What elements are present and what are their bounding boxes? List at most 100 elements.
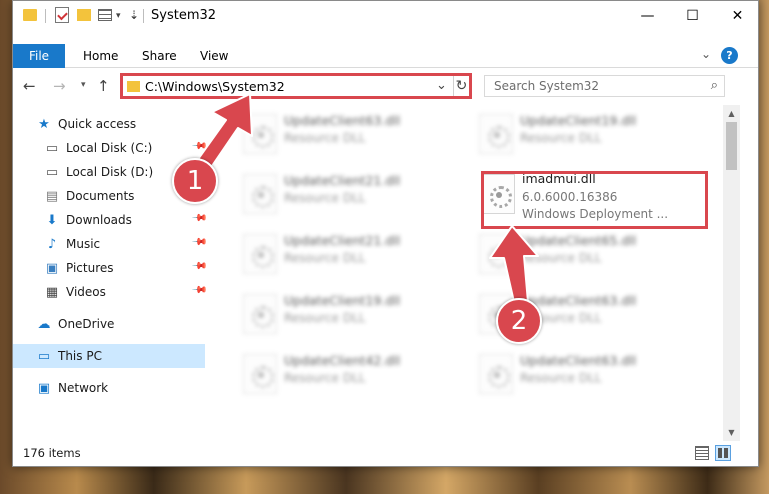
scrollbar-thumb[interactable]: [726, 122, 737, 170]
file-item[interactable]: UpdateClient19.dll Resource DLL: [235, 285, 465, 341]
file-name: UpdateClient21.dll: [284, 173, 401, 188]
network-icon: ▣: [37, 380, 51, 396]
tiles-view-icon[interactable]: [715, 445, 731, 461]
customize-toolbar-icon[interactable]: ⇣: [129, 8, 139, 22]
pin-icon[interactable]: 📌: [191, 282, 208, 299]
search-input[interactable]: [485, 76, 695, 96]
search-box[interactable]: ⌕: [484, 75, 725, 97]
file-name: UpdateClient19.dll: [520, 113, 637, 128]
tab-share[interactable]: Share: [142, 49, 177, 63]
pin-icon[interactable]: 📌: [191, 210, 208, 227]
file-list: UpdateClient63.dll Resource DLL UpdateCl…: [223, 105, 723, 437]
computer-icon: ▭: [37, 348, 51, 364]
tab-view[interactable]: View: [200, 49, 228, 63]
file-type: Resource DLL: [284, 251, 366, 265]
sidebar-item-downloads[interactable]: ⬇ Downloads 📌: [13, 208, 208, 232]
file-item[interactable]: UpdateClient21.dll Resource DLL: [235, 225, 465, 281]
back-arrow-icon[interactable]: ←: [23, 77, 36, 95]
file-item[interactable]: UpdateClient42.dll Resource DLL: [235, 345, 465, 401]
expand-ribbon-icon[interactable]: ⌄: [701, 47, 711, 61]
video-icon: ▦: [45, 284, 59, 300]
document-icon: ▤: [45, 188, 59, 204]
file-item[interactable]: UpdateClient63.dll Resource DLL: [471, 345, 701, 401]
search-icon[interactable]: ⌕: [711, 78, 718, 93]
dll-file-icon: [479, 234, 513, 274]
file-name: UpdateClient19.dll: [284, 293, 401, 308]
pin-icon[interactable]: 📌: [191, 258, 208, 275]
pin-icon[interactable]: 📌: [191, 234, 208, 251]
toolbar-separator: [45, 9, 46, 23]
scroll-up-icon[interactable]: ▲: [723, 105, 740, 122]
sidebar-item-local-disk-c[interactable]: ▭ Local Disk (C:) 📌: [13, 136, 208, 160]
sidebar-item-this-pc[interactable]: ▭ This PC: [13, 344, 205, 368]
file-item[interactable]: UpdateClient19.dll Resource DLL: [471, 105, 701, 161]
sidebar-item-onedrive[interactable]: ☁ OneDrive: [13, 312, 205, 336]
chevron-down-icon[interactable]: ▾: [116, 11, 121, 21]
dll-file-icon: [243, 114, 277, 154]
navigation-pane: ★ Quick access ▭ Local Disk (C:) 📌 ▭ Loc…: [13, 105, 208, 435]
sidebar-item-label: OneDrive: [58, 317, 115, 331]
sidebar-item-network[interactable]: ▣ Network: [13, 376, 205, 400]
file-type: Resource DLL: [284, 191, 366, 205]
recent-locations-icon[interactable]: ▾: [81, 80, 86, 90]
ribbon-tabs: File Home Share View ⌄ ?: [13, 44, 758, 68]
maximize-button[interactable]: ☐: [670, 1, 715, 31]
star-icon: ★: [38, 116, 50, 132]
up-arrow-icon[interactable]: ↑: [97, 77, 110, 95]
address-bar[interactable]: C:\Windows\System32 ⌄ ↻: [120, 73, 472, 99]
sidebar-item-quick-access[interactable]: ★ Quick access: [13, 112, 205, 136]
pin-icon[interactable]: 📌: [191, 138, 208, 155]
explorer-window: ▾ ⇣ System32 — ☐ ✕ File Home Share View …: [12, 0, 759, 467]
sidebar-item-label: Music: [66, 237, 101, 251]
sidebar-item-label: This PC: [58, 349, 102, 363]
window-title: System32: [151, 8, 217, 23]
properties-icon[interactable]: [55, 7, 69, 23]
dll-file-icon: [243, 294, 277, 334]
folder-icon[interactable]: [23, 9, 37, 21]
file-name: UpdateClient65.dll: [520, 233, 637, 248]
refresh-icon[interactable]: ↻: [453, 76, 469, 96]
scroll-down-icon[interactable]: ▼: [723, 424, 740, 441]
close-button[interactable]: ✕: [715, 1, 760, 31]
help-icon[interactable]: ?: [721, 47, 738, 64]
sidebar-item-music[interactable]: ♪ Music 📌: [13, 232, 208, 256]
title-bar: ▾ ⇣ System32 — ☐ ✕: [13, 1, 758, 31]
cloud-icon: ☁: [37, 316, 51, 332]
title-separator: [143, 9, 144, 23]
file-highlight-box: [481, 171, 708, 229]
file-item[interactable]: UpdateClient65.dll Resource DLL: [471, 225, 701, 281]
sidebar-item-videos[interactable]: ▦ Videos 📌: [13, 280, 208, 304]
file-item[interactable]: UpdateClient21.dll Resource DLL: [235, 165, 465, 221]
view-options-icon[interactable]: [98, 9, 112, 21]
drive-icon: ▭: [45, 164, 59, 180]
forward-arrow-icon[interactable]: →: [53, 77, 66, 95]
download-icon: ⬇: [46, 212, 58, 228]
step-1-badge: 1: [172, 158, 218, 204]
navigation-bar: ← → ▾ ↑ C:\Windows\System32 ⌄ ↻ ⌕: [13, 69, 758, 103]
chevron-down-icon[interactable]: ⌄: [436, 78, 447, 93]
file-type: Resource DLL: [520, 131, 602, 145]
file-name: UpdateClient63.dll: [520, 293, 637, 308]
sidebar-item-label: Pictures: [66, 261, 114, 275]
new-folder-icon[interactable]: [77, 9, 91, 21]
file-name: UpdateClient21.dll: [284, 233, 401, 248]
file-item[interactable]: UpdateClient63.dll Resource DLL: [235, 105, 465, 161]
vertical-scrollbar[interactable]: ▲ ▼: [723, 105, 740, 441]
details-view-icon[interactable]: [695, 446, 709, 460]
folder-icon: [127, 81, 140, 92]
file-name: UpdateClient42.dll: [284, 353, 401, 368]
file-name: UpdateClient63.dll: [520, 353, 637, 368]
status-bar: 176 items: [13, 441, 758, 466]
drive-icon: ▭: [45, 140, 59, 156]
sidebar-item-label: Local Disk (C:): [66, 141, 153, 155]
minimize-button[interactable]: —: [625, 1, 670, 31]
file-type: Resource DLL: [284, 371, 366, 385]
dll-file-icon: [479, 354, 513, 394]
dll-file-icon: [479, 114, 513, 154]
sidebar-item-label: Documents: [66, 189, 135, 203]
file-type: Resource DLL: [284, 311, 366, 325]
tab-home[interactable]: Home: [83, 49, 118, 63]
sidebar-item-pictures[interactable]: ▣ Pictures 📌: [13, 256, 208, 280]
address-path[interactable]: C:\Windows\System32: [145, 79, 285, 94]
tab-file[interactable]: File: [13, 44, 65, 68]
